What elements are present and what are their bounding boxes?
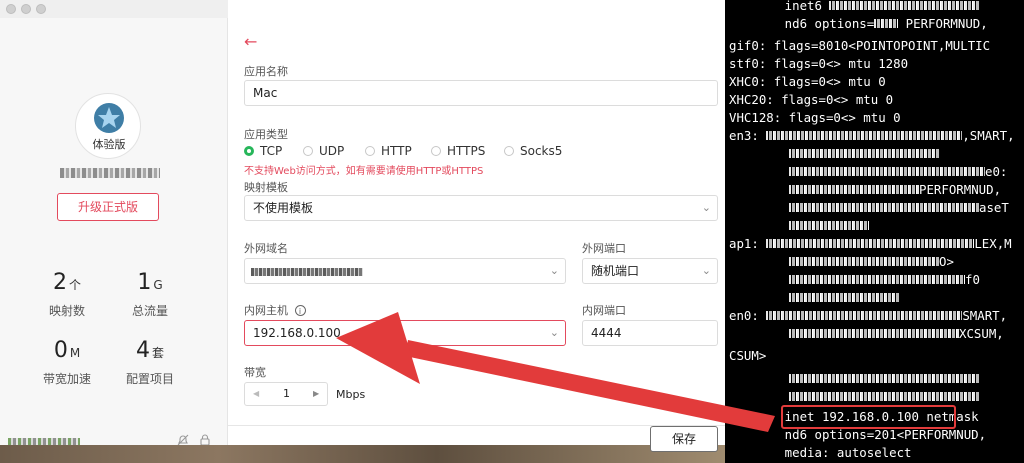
annotation-arrow bbox=[336, 312, 775, 432]
